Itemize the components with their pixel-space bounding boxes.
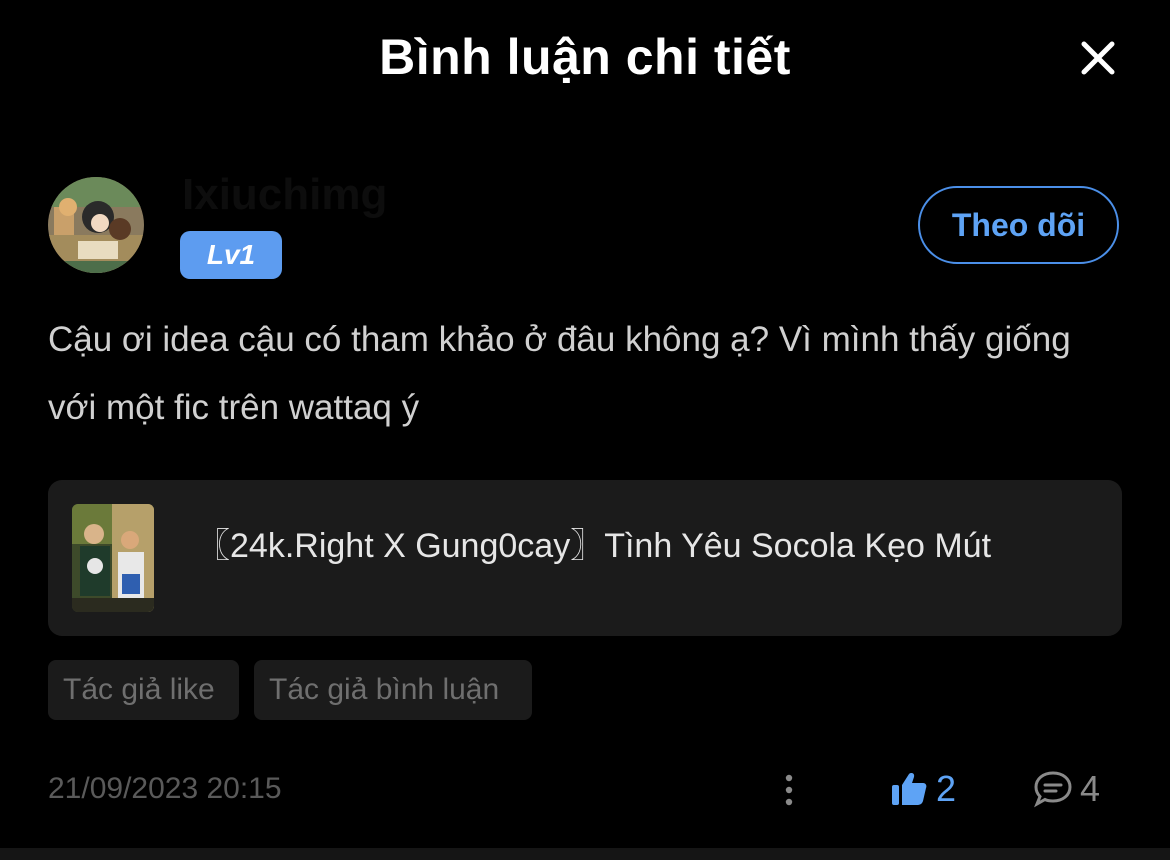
- username[interactable]: Ixiuchimg: [182, 170, 387, 220]
- timestamp: 21/09/2023 20:15: [48, 772, 282, 805]
- comment-text: Cậu ơi idea cậu có tham khảo ở đâu không…: [48, 320, 1071, 427]
- level-badge: Lv1: [180, 231, 282, 279]
- tag-author-like: Tác giả like: [48, 660, 239, 720]
- story-thumbnail: [72, 504, 154, 612]
- header: Bình luận chi tiết: [0, 0, 1170, 116]
- bottom-divider: [0, 848, 1170, 860]
- more-options-button[interactable]: [776, 772, 802, 808]
- page-title: Bình luận chi tiết: [379, 29, 791, 85]
- story-card[interactable]: 〖24k.Right X Gung0cay〗Tình Yêu Socola Kẹ…: [48, 480, 1122, 636]
- comment-bubble-icon: [1034, 771, 1072, 808]
- more-vertical-icon: [785, 774, 793, 806]
- reply-count: 4: [1080, 768, 1101, 809]
- like-button[interactable]: 2: [890, 766, 956, 812]
- close-button[interactable]: [1076, 36, 1120, 80]
- avatar-image: [48, 177, 144, 273]
- reply-button[interactable]: 4: [1032, 766, 1100, 812]
- thumbs-up-icon: [892, 773, 927, 805]
- close-icon: [1081, 41, 1115, 75]
- avatar[interactable]: [48, 177, 144, 273]
- like-count: 2: [936, 768, 957, 809]
- story-title: 〖24k.Right X Gung0cay〗Tình Yêu Socola Kẹ…: [196, 527, 992, 565]
- follow-button[interactable]: Theo dõi: [918, 186, 1119, 264]
- tag-author-comment: Tác giả bình luận: [254, 660, 532, 720]
